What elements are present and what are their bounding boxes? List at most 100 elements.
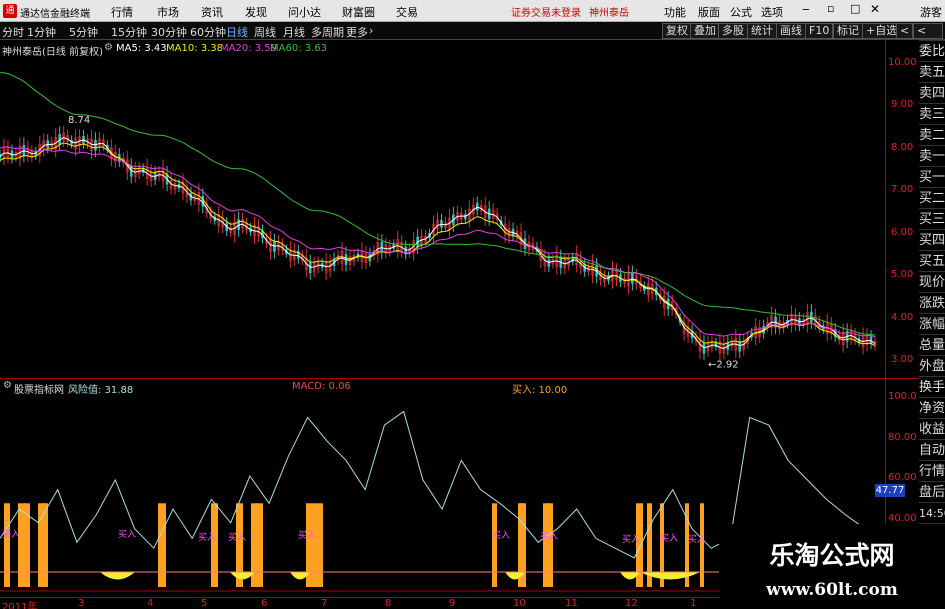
guest-label[interactable]: 游客	[920, 4, 942, 20]
buy-marker: 买入	[540, 531, 558, 542]
price-tick: 8.00	[891, 142, 914, 153]
close-icon[interactable]: ✕	[870, 2, 880, 16]
menu-bar: 通 通达信金融终端 行情 市场 资讯 发现 问小达 财富圈 交易 证券交易未登录…	[0, 0, 945, 22]
macd-label: MACD: 0.06	[292, 381, 351, 392]
candle-body	[273, 241, 276, 252]
menu-jiaoyi[interactable]: 交易	[396, 4, 418, 20]
current-stock[interactable]: 神州泰岳	[589, 4, 629, 19]
menu-gongshi[interactable]: 公式	[730, 4, 752, 20]
side-tab-16[interactable]: 换手	[919, 376, 945, 397]
side-tab-21[interactable]: 盘后	[919, 481, 945, 502]
buy-signal-bar	[700, 503, 704, 587]
side-tab-15[interactable]: 外盘	[919, 355, 945, 376]
pane-divider[interactable]	[0, 378, 919, 379]
biaoji-button[interactable]: 标记	[833, 23, 863, 39]
indicator-settings-icon[interactable]: ⚙	[3, 380, 12, 391]
fuquan-button[interactable]: 复权	[662, 23, 692, 39]
high-price-label: 8.74	[68, 115, 90, 126]
buy-signal-bar	[546, 503, 553, 587]
buy-marker: 买入	[622, 534, 640, 545]
side-tab-17[interactable]: 净资	[919, 397, 945, 418]
price-tick: 4.00	[891, 312, 914, 323]
duogu-button[interactable]: 多股	[718, 23, 748, 39]
side-tab-1[interactable]: 卖五	[919, 61, 945, 82]
ma10-label: MA10: 3.38	[166, 43, 224, 54]
price-tick: 5.00	[891, 269, 914, 280]
side-tab-10[interactable]: 买五	[919, 250, 945, 271]
side-tab-5[interactable]: 卖一	[919, 145, 945, 166]
buy-signal-bar	[256, 503, 263, 587]
period-fenshi[interactable]: 分时	[2, 24, 24, 40]
period-more[interactable]: 更多	[346, 24, 368, 40]
price-axis: 10.00 9.00 8.00 7.00 6.00 5.00 4.00 3.00	[885, 40, 919, 378]
app-title: 通达信金融终端	[20, 9, 90, 20]
ma20-label: MA20: 3.59	[220, 43, 278, 54]
maximize-icon[interactable]: □	[850, 2, 860, 15]
watermark: 乐淘公式网 www.60lt.com	[719, 524, 945, 609]
side-tab-12[interactable]: 涨跌	[919, 292, 945, 313]
side-tab-11[interactable]: 现价	[919, 271, 945, 292]
side-tab-20[interactable]: 行情	[919, 460, 945, 481]
buy-signal-bar	[492, 503, 497, 587]
buy-marker: 买入	[298, 530, 316, 541]
period-monthly[interactable]: 月线	[283, 24, 305, 40]
minimize-icon[interactable]: ‒	[802, 2, 810, 16]
date-tick: 7	[321, 598, 328, 609]
app-logo-icon: 通	[3, 4, 17, 18]
date-tick: 5	[201, 598, 208, 609]
ma5-label: MA5: 3.43	[116, 43, 167, 54]
side-tab-14[interactable]: 总量	[919, 334, 945, 355]
menu-caifuquan[interactable]: 财富圈	[342, 4, 375, 20]
side-tab-4[interactable]: 卖二	[919, 124, 945, 145]
buy-signal-bar	[158, 503, 166, 587]
period-multi[interactable]: 多周期	[311, 24, 344, 40]
buy-marker: 买入	[660, 533, 678, 544]
buy-marker: 买入	[198, 532, 216, 543]
period-daily[interactable]: 日线	[226, 24, 248, 40]
date-tick: 1	[690, 598, 697, 609]
ma-line-ma60	[0, 72, 876, 336]
side-tab-7[interactable]: 买二	[919, 187, 945, 208]
huaxian-button[interactable]: 画线	[776, 23, 806, 39]
side-tab-6[interactable]: 买一	[919, 166, 945, 187]
side-tab-13[interactable]: 涨幅	[919, 313, 945, 334]
period-30min[interactable]: 30分钟	[151, 24, 187, 40]
menu-gongneng[interactable]: 功能	[664, 4, 686, 20]
side-tab-8[interactable]: 买三	[919, 208, 945, 229]
f10-button[interactable]: F10	[805, 23, 834, 39]
side-tab-19[interactable]: 自动	[919, 439, 945, 460]
menu-banmian[interactable]: 版面	[698, 4, 720, 20]
date-tick: 8	[385, 598, 392, 609]
side-tab-18[interactable]: 收益	[919, 418, 945, 439]
period-1min[interactable]: 1分钟	[27, 24, 56, 40]
side-tab-0[interactable]: 委比	[919, 40, 945, 61]
menu-faxian[interactable]: 发现	[245, 4, 267, 20]
period-5min[interactable]: 5分钟	[69, 24, 98, 40]
tongji-button[interactable]: 统计	[747, 23, 777, 39]
period-15min[interactable]: 15分钟	[111, 24, 147, 40]
date-tick: 2011年	[2, 602, 38, 609]
diejia-button[interactable]: 叠加	[690, 23, 720, 39]
side-tab-22[interactable]: 14:50	[919, 502, 945, 523]
side-tab-2[interactable]: 卖四	[919, 82, 945, 103]
menu-zixun[interactable]: 资讯	[201, 4, 223, 20]
nav-prev-button[interactable]: <	[896, 23, 914, 39]
menu-xuanxiang[interactable]: 选项	[761, 4, 783, 20]
side-tab-3[interactable]: 卖三	[919, 103, 945, 124]
period-weekly[interactable]: 周线	[254, 24, 276, 40]
more-chevron-icon[interactable]: ›	[369, 24, 373, 37]
menu-wenxiaoda[interactable]: 问小达	[288, 4, 321, 20]
candle-body	[308, 262, 312, 274]
login-notice[interactable]: 证券交易未登录	[511, 4, 581, 19]
nav-collapse-button[interactable]: <	[913, 23, 943, 39]
current-value-badge: 47.77	[875, 484, 905, 497]
period-60min[interactable]: 60分钟	[190, 24, 226, 40]
menu-shichang[interactable]: 市场	[157, 4, 179, 20]
menu-hangqing[interactable]: 行情	[111, 4, 133, 20]
side-tab-9[interactable]: 买四	[919, 229, 945, 250]
price-tick: 10.00	[888, 57, 917, 68]
price-tick: 9.00	[891, 99, 914, 110]
kline-chart[interactable]: 8.74 ←2.92	[0, 56, 885, 378]
restore-icon[interactable]: ▫	[827, 2, 834, 15]
settings-icon[interactable]: ⚙	[104, 42, 113, 53]
